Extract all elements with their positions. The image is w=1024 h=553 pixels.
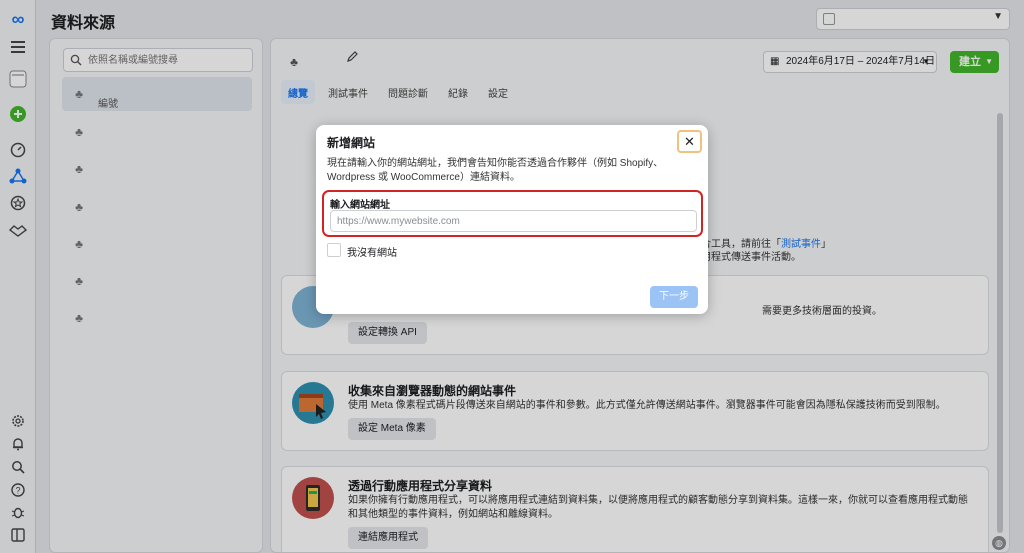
dialog-title: 新增網站 [327,136,376,150]
dialog-description: 現在請輸入你的網站網址，我們會告知你能否透過合作夥伴（例如 Shopify、Wo… [327,158,664,183]
add-website-dialog: 新增網站 ✕ 現在請輸入你的網站網址，我們會告知你能否透過合作夥伴（例如 Sho… [316,125,708,314]
website-url-input[interactable] [330,210,697,232]
app-root: ∞ ? 資料來源 ▼ 依照名稱或編號搜尋 ♣ 編號 ♣ ♣ ♣ ♣ ♣ ♣ ♣ … [0,0,1024,553]
close-icon: ✕ [684,134,695,149]
website-url-label: 輸入網站網址 [330,200,390,211]
no-website-checkbox[interactable] [327,243,341,257]
close-button[interactable]: ✕ [677,130,702,153]
next-button[interactable]: 下一步 [650,286,698,308]
website-url-field-group: 輸入網站網址 [322,190,703,237]
no-website-label[interactable]: 我沒有網站 [347,244,397,259]
